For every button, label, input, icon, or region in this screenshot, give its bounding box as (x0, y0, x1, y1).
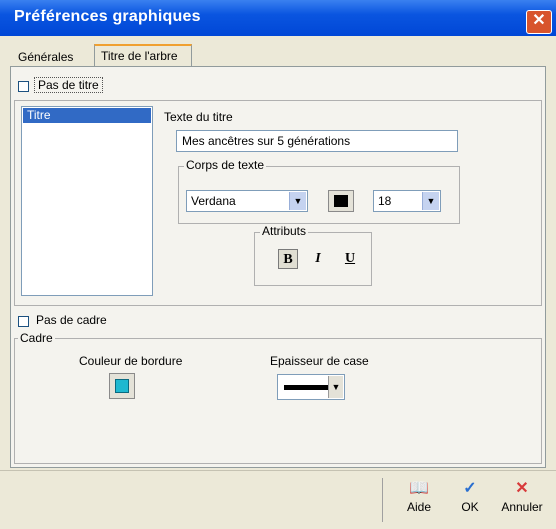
border-color-label: Couleur de bordure (79, 354, 183, 368)
font-group-label: Corps de texte (184, 158, 267, 172)
font-size-select[interactable]: 18 ▼ (373, 190, 441, 212)
help-label: Aide (406, 500, 432, 514)
frame-group-label: Cadre (18, 331, 55, 345)
border-color-button[interactable] (109, 373, 135, 399)
check-icon: ✓ (463, 480, 477, 497)
chevron-down-icon[interactable]: ▼ (289, 192, 306, 210)
tab-generales[interactable]: Générales (12, 47, 79, 67)
help-button[interactable]: 📖 Aide (395, 478, 443, 522)
thickness-label: Epaisseur de case (270, 354, 369, 368)
element-list[interactable]: Titre (21, 106, 153, 296)
italic-button[interactable]: I (308, 249, 328, 269)
title-bar[interactable]: Préférences graphiques ✕ (0, 0, 556, 36)
action-separator (382, 478, 383, 522)
no-frame-label[interactable]: Pas de cadre (36, 313, 107, 327)
window-title: Préférences graphiques (14, 8, 201, 25)
underline-button[interactable]: U (340, 249, 360, 269)
x-icon: ✕ (515, 480, 529, 497)
title-text-input[interactable]: Mes ancêtres sur 5 générations (176, 130, 458, 152)
list-item-selected[interactable]: Titre (23, 108, 151, 123)
no-title-checkbox[interactable] (18, 81, 29, 92)
font-family-value: Verdana (191, 194, 236, 208)
cancel-button[interactable]: ✕ Annuler (498, 478, 546, 522)
thickness-line-preview (284, 385, 328, 390)
chevron-down-icon[interactable]: ▼ (328, 376, 343, 398)
thickness-select[interactable]: ▼ (277, 374, 345, 400)
close-icon: ✕ (532, 12, 546, 29)
ok-button[interactable]: ✓ OK (446, 478, 494, 522)
no-title-label[interactable]: Pas de titre (34, 77, 103, 93)
help-book-icon: 📖 (409, 480, 429, 497)
tab-titre-arbre[interactable]: Titre de l'arbre (94, 44, 192, 66)
attributes-label: Attributs (260, 224, 309, 238)
bold-button[interactable]: B (278, 249, 298, 269)
text-color-button[interactable] (328, 190, 354, 212)
ok-label: OK (461, 500, 479, 514)
text-color-swatch (334, 195, 348, 207)
close-button[interactable]: ✕ (526, 10, 552, 34)
title-text-label: Texte du titre (164, 110, 233, 124)
font-family-select[interactable]: Verdana ▼ (186, 190, 308, 212)
cancel-label: Annuler (501, 500, 543, 514)
no-frame-checkbox[interactable] (18, 316, 29, 327)
border-color-swatch (115, 379, 129, 393)
chevron-down-icon[interactable]: ▼ (422, 192, 439, 210)
font-size-value: 18 (378, 194, 392, 208)
